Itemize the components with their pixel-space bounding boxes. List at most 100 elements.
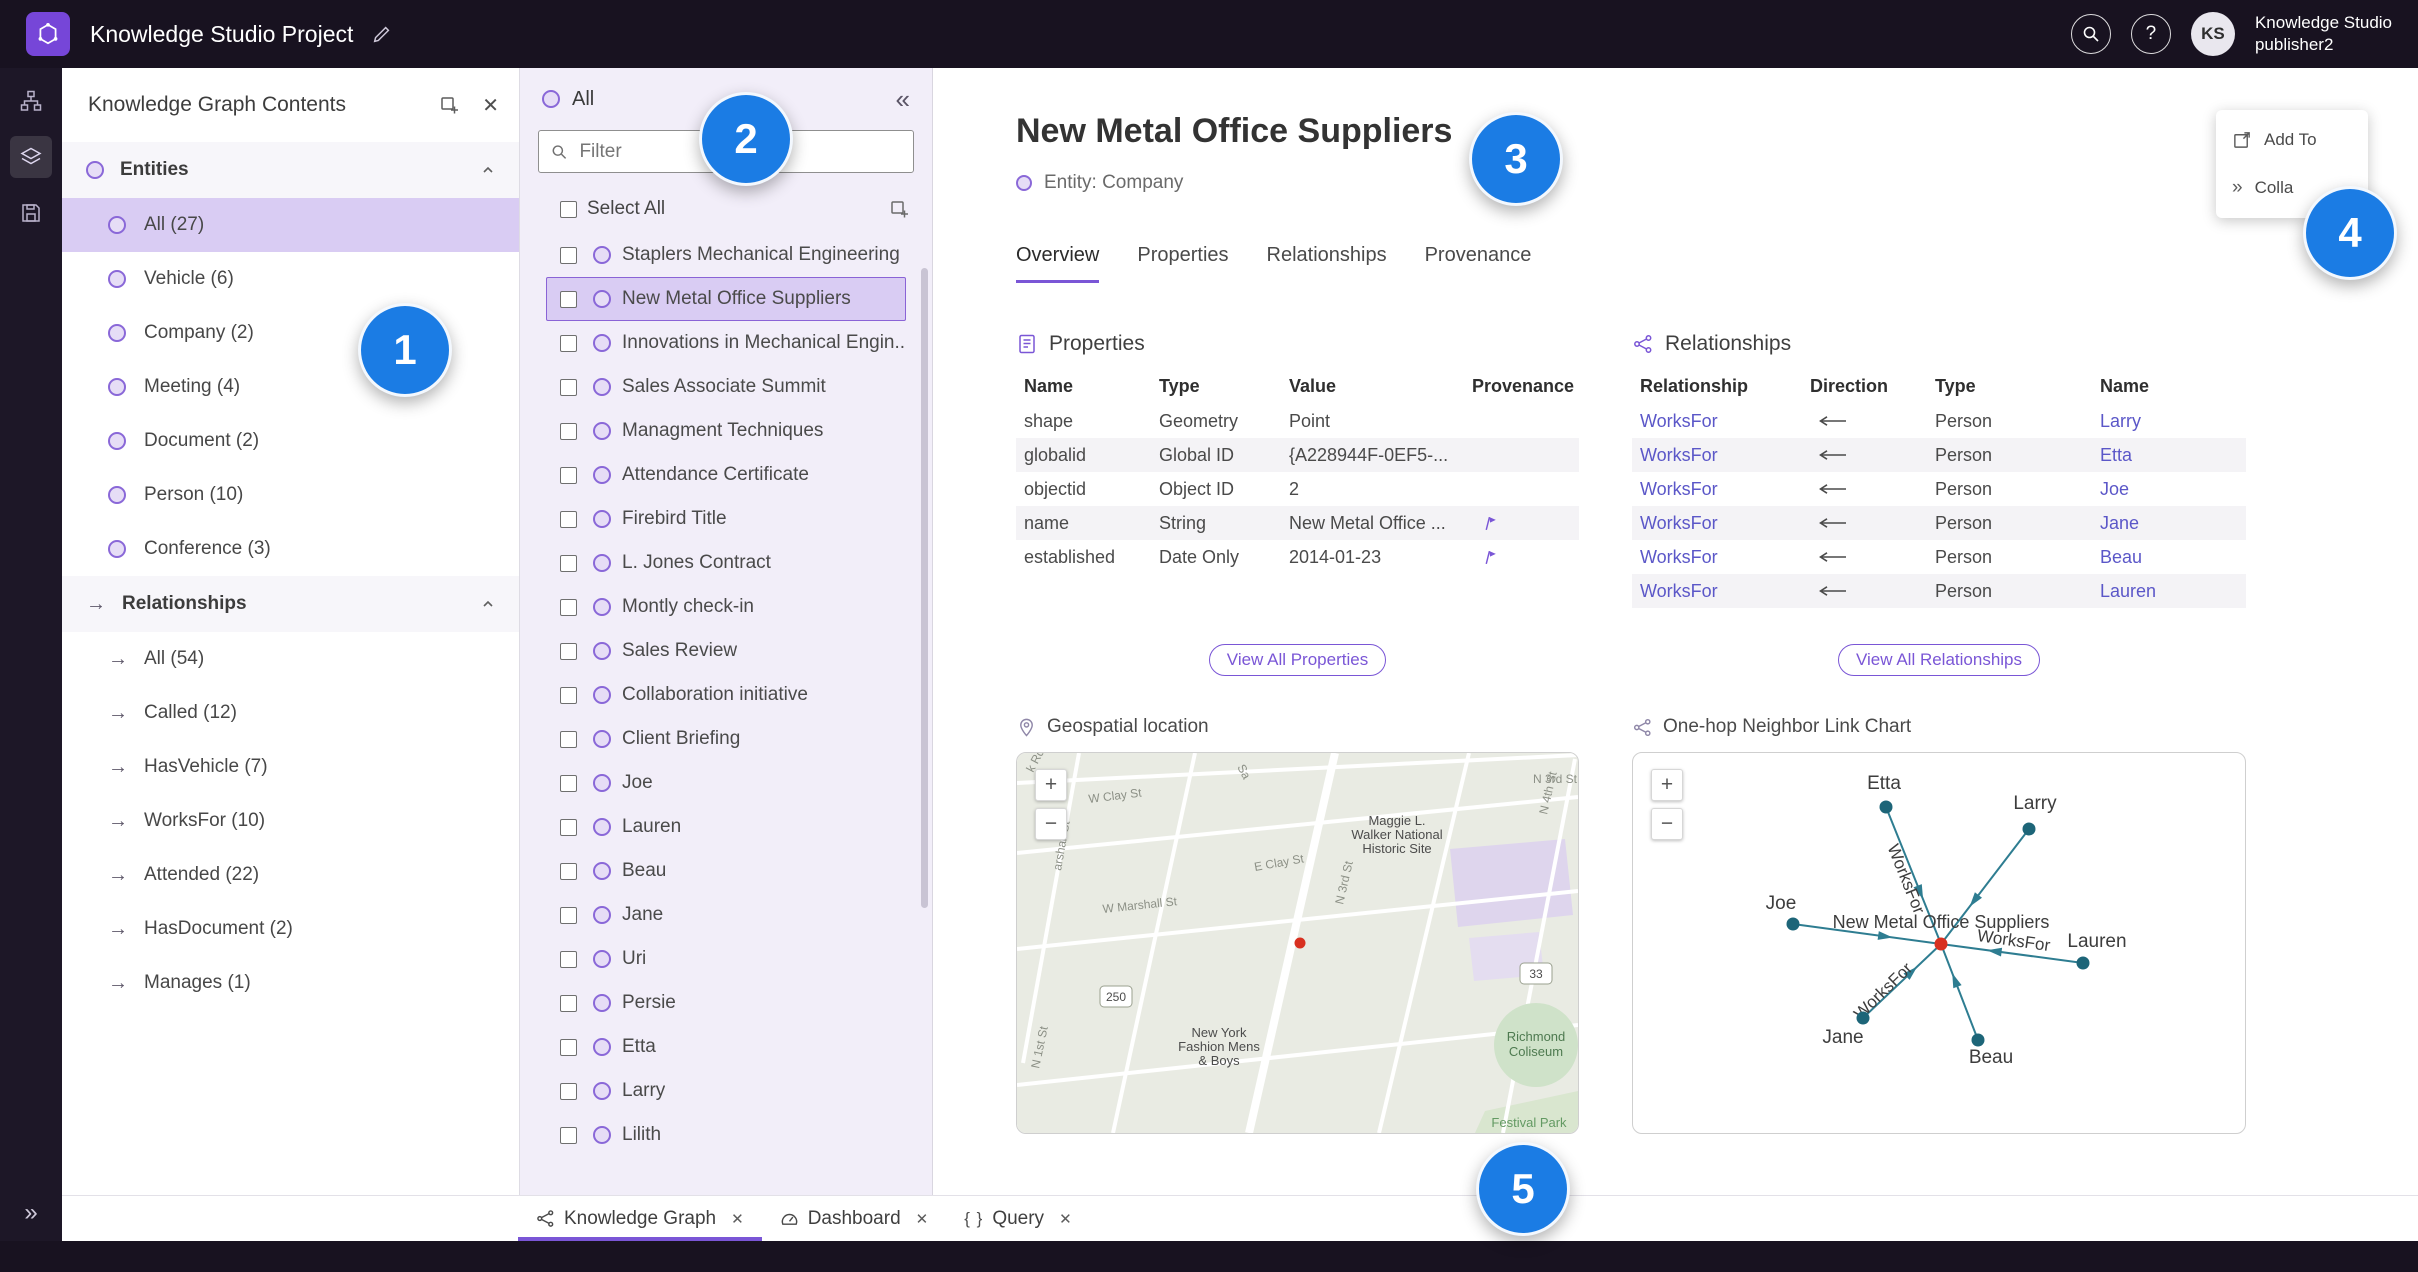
close-tab-icon[interactable]: ✕	[731, 1210, 744, 1228]
chart-zoom-in-button[interactable]: +	[1651, 769, 1683, 801]
map-zoom-in-button[interactable]: +	[1035, 769, 1067, 801]
help-button[interactable]: ?	[2130, 14, 2171, 54]
view-all-properties-button[interactable]: View All Properties	[1208, 644, 1387, 676]
item-checkbox[interactable]	[560, 554, 577, 572]
entity-list-item[interactable]: Uri	[546, 937, 906, 981]
expand-rail-icon[interactable]: »	[24, 1199, 37, 1227]
item-checkbox[interactable]	[560, 730, 577, 748]
edit-title-icon[interactable]	[371, 23, 393, 45]
entity-filter-item[interactable]: All (27)	[62, 198, 519, 252]
entity-list-item[interactable]: Lilith	[546, 1113, 906, 1157]
item-checkbox[interactable]	[560, 818, 577, 836]
provenance-icon[interactable]	[1482, 549, 1499, 566]
item-checkbox[interactable]	[560, 466, 577, 484]
close-panel-icon[interactable]: ✕	[482, 93, 499, 118]
entity-filter-item[interactable]: Document (2)	[62, 414, 519, 468]
relationship-link[interactable]: WorksFor	[1640, 547, 1718, 568]
item-checkbox[interactable]	[560, 950, 577, 968]
scrollbar[interactable]	[921, 268, 928, 908]
avatar[interactable]: KS	[2190, 12, 2235, 56]
relationship-filter-item[interactable]: → HasDocument (2)	[62, 902, 519, 956]
relationship-filter-item[interactable]: → HasVehicle (7)	[62, 740, 519, 794]
graph-node[interactable]	[1786, 917, 1800, 931]
entity-list-item[interactable]: Staplers Mechanical Engineering	[546, 233, 906, 277]
person-link[interactable]: Jane	[2100, 513, 2139, 534]
hierarchy-icon[interactable]	[10, 80, 52, 122]
select-all-row[interactable]: Select All	[520, 185, 932, 233]
chart-zoom-out-button[interactable]: −	[1651, 808, 1683, 840]
item-checkbox[interactable]	[560, 334, 577, 352]
collapse-panel-icon[interactable]: «	[896, 86, 910, 112]
layers-icon[interactable]	[10, 136, 52, 178]
person-link[interactable]: Joe	[2100, 479, 2129, 500]
map-zoom-out-button[interactable]: −	[1035, 808, 1067, 840]
entity-list-item[interactable]: L. Jones Contract	[546, 541, 906, 585]
item-checkbox[interactable]	[560, 246, 577, 264]
item-checkbox[interactable]	[560, 1126, 577, 1144]
entity-list-item[interactable]: Firebird Title	[546, 497, 906, 541]
graph-node[interactable]	[1856, 1011, 1870, 1025]
entities-section-header[interactable]: Entities	[62, 142, 519, 198]
graph-node[interactable]	[2022, 822, 2036, 836]
relationships-section-header[interactable]: → Relationships	[62, 576, 519, 632]
item-checkbox[interactable]	[560, 906, 577, 924]
relationship-link[interactable]: WorksFor	[1640, 479, 1718, 500]
entity-list-item[interactable]: Etta	[546, 1025, 906, 1069]
link-chart-canvas[interactable]: WorksForWorksForWorksFor Etta Larry Joe …	[1633, 753, 2245, 1133]
entity-list-item[interactable]: New Metal Office Suppliers	[546, 277, 906, 321]
one-hop-link-chart[interactable]: + − WorksFor WorksFor WorksFor Etta Larry …	[1632, 752, 2246, 1134]
person-link[interactable]: Larry	[2100, 411, 2141, 432]
provenance-icon[interactable]	[1482, 515, 1499, 532]
close-tab-icon[interactable]: ✕	[1059, 1210, 1072, 1228]
app-logo-icon[interactable]	[26, 12, 70, 56]
item-checkbox[interactable]	[560, 686, 577, 704]
graph-center-node[interactable]	[1934, 937, 1948, 951]
search-button[interactable]	[2070, 14, 2111, 54]
relationship-link[interactable]: WorksFor	[1640, 513, 1718, 534]
entity-filter-item[interactable]: Person (10)	[62, 468, 519, 522]
entity-list-item[interactable]: Persie	[546, 981, 906, 1025]
relationship-link[interactable]: WorksFor	[1640, 411, 1718, 432]
relationship-filter-item[interactable]: → WorksFor (10)	[62, 794, 519, 848]
view-tab-query[interactable]: { } Query ✕	[946, 1196, 1089, 1241]
relationship-filter-item[interactable]: → Attended (22)	[62, 848, 519, 902]
relationship-filter-item[interactable]: → Manages (1)	[62, 956, 519, 1010]
entity-list-item[interactable]: Sales Associate Summit	[546, 365, 906, 409]
geospatial-map[interactable]: + − k Rd W Clay St Sa E Clay St N 3rd St N 3r…	[1016, 752, 1579, 1134]
relationship-link[interactable]: WorksFor	[1640, 445, 1718, 466]
item-checkbox[interactable]	[560, 598, 577, 616]
relationship-link[interactable]: WorksFor	[1640, 581, 1718, 602]
item-checkbox[interactable]	[560, 1082, 577, 1100]
user-menu[interactable]: Knowledge Studio publisher2	[2255, 12, 2392, 56]
view-all-relationships-button[interactable]: View All Relationships	[1838, 644, 2040, 676]
entity-filter-item[interactable]: Conference (3)	[62, 522, 519, 576]
item-checkbox[interactable]	[560, 774, 577, 792]
item-checkbox[interactable]	[560, 422, 577, 440]
entity-list-item[interactable]: Managment Techniques	[546, 409, 906, 453]
graph-node[interactable]	[1971, 1033, 1985, 1047]
relationship-filter-item[interactable]: → Called (12)	[62, 686, 519, 740]
item-checkbox[interactable]	[560, 378, 577, 396]
entity-filter-item[interactable]: Meeting (4)	[62, 360, 519, 414]
entity-list-item[interactable]: Lauren	[546, 805, 906, 849]
entity-filter-item[interactable]: Vehicle (6)	[62, 252, 519, 306]
entity-list-item[interactable]: Jane	[546, 893, 906, 937]
item-checkbox[interactable]	[560, 642, 577, 660]
add-to-button[interactable]: Add To	[2216, 116, 2368, 164]
save-icon[interactable]	[10, 192, 52, 234]
person-link[interactable]: Beau	[2100, 547, 2142, 568]
entity-list-item[interactable]: Attendance Certificate	[546, 453, 906, 497]
item-checkbox[interactable]	[560, 1038, 577, 1056]
close-tab-icon[interactable]: ✕	[916, 1210, 929, 1228]
select-all-checkbox[interactable]	[560, 200, 577, 218]
person-link[interactable]: Lauren	[2100, 581, 2156, 602]
entity-list-item[interactable]: Larry	[546, 1069, 906, 1113]
entity-list-item[interactable]: Montly check-in	[546, 585, 906, 629]
view-tab-knowledge-graph[interactable]: Knowledge Graph ✕	[518, 1196, 762, 1241]
entity-list-item[interactable]: Joe	[546, 761, 906, 805]
item-checkbox[interactable]	[560, 510, 577, 528]
entity-list-item[interactable]: Sales Review	[546, 629, 906, 673]
item-checkbox[interactable]	[560, 994, 577, 1012]
entity-list-item[interactable]: Client Briefing	[546, 717, 906, 761]
add-entity-icon[interactable]	[889, 199, 910, 220]
